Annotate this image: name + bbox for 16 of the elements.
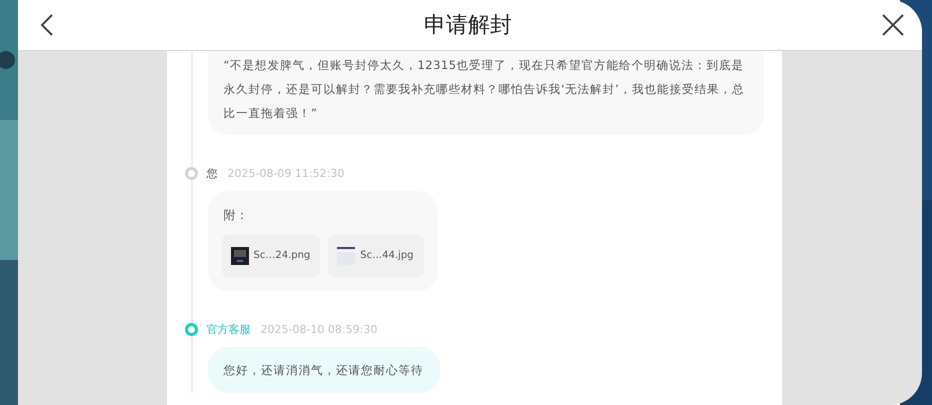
file-name: Sc…24.png [254, 249, 310, 263]
image-thumbnail-icon [337, 247, 356, 265]
file-name: Sc…44.jpg [360, 249, 414, 263]
page-title: 申请解封 [424, 12, 512, 40]
timestamp: 2025-08-09 11:52:30 [228, 166, 344, 180]
attachment-chip[interactable]: Sc…44.jpg [328, 235, 424, 277]
message-bubble: 您好，还请消消气，还请您耐心等待 [208, 347, 440, 393]
attachment-chip[interactable]: Sc…24.png [222, 235, 320, 277]
sender-name: 官方客服 [206, 322, 250, 336]
message-bubble: “不是想发脾气，但账号封停太久，12315也受理了，现在只希望官方能给个明确说法：到底是永久封停，还是可以解封？需要我补充哪些材料？哪怕告诉我‘无法解封’，我也能接受结果，总比一直拖着强！” [208, 51, 764, 135]
image-thumbnail-icon [230, 247, 248, 265]
back-icon[interactable] [40, 13, 54, 37]
timestamp: 2025-08-10 08:59:30 [260, 322, 378, 336]
message-text: 附： [222, 207, 250, 224]
close-icon[interactable] [882, 14, 904, 36]
sender-name: 您 [206, 166, 218, 180]
